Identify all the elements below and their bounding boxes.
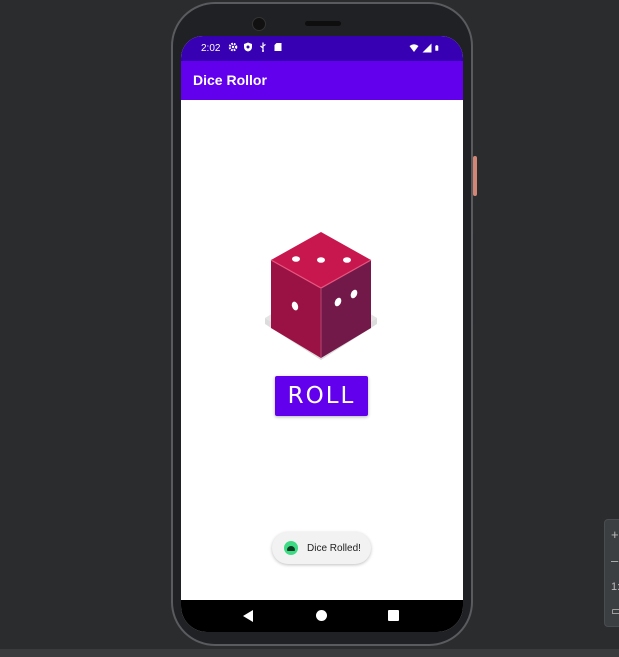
volume-button[interactable]: [473, 234, 476, 324]
shield-icon: [244, 42, 252, 52]
dice-icon: [265, 232, 377, 360]
sd-card-icon: [274, 43, 282, 51]
wifi-icon: [409, 44, 419, 52]
status-bar: 2:02: [181, 36, 463, 61]
signal-icon: [422, 43, 432, 53]
zoom-out-button[interactable]: –: [611, 554, 618, 568]
phone-frame: 2:02 Dice Rollor ROLL Dice Rolled!: [171, 2, 477, 646]
zoom-actual-button[interactable]: 1:: [611, 580, 619, 594]
battery-icon: [435, 45, 439, 51]
device-screen: 2:02 Dice Rollor ROLL Dice Rolled!: [181, 36, 463, 632]
settings-icon: [228, 42, 238, 52]
home-icon[interactable]: [316, 610, 327, 621]
app-bar: Dice Rollor: [181, 61, 463, 100]
navigation-bar: [181, 600, 463, 632]
toast-message: Dice Rolled!: [272, 532, 371, 564]
recents-icon[interactable]: [388, 610, 399, 621]
main-content: ROLL Dice Rolled!: [181, 100, 463, 600]
back-icon[interactable]: [243, 610, 253, 622]
power-button[interactable]: [473, 156, 477, 196]
app-title: Dice Rollor: [193, 72, 267, 88]
zoom-in-button[interactable]: +: [611, 528, 619, 542]
status-time: 2:02: [201, 43, 221, 54]
front-camera: [252, 17, 266, 31]
status-icons-left: [228, 42, 283, 52]
fit-screen-button[interactable]: ▭: [611, 604, 619, 618]
emulator-bottom-edge: [0, 649, 619, 657]
android-icon: [284, 541, 298, 555]
toast-text: Dice Rolled!: [307, 542, 361, 554]
status-icons-right: [409, 43, 441, 53]
earpiece-speaker: [305, 21, 341, 26]
usb-icon: [260, 42, 266, 52]
roll-button[interactable]: ROLL: [275, 376, 368, 416]
emulator-side-toolbar: + – 1: ▭: [604, 519, 619, 627]
